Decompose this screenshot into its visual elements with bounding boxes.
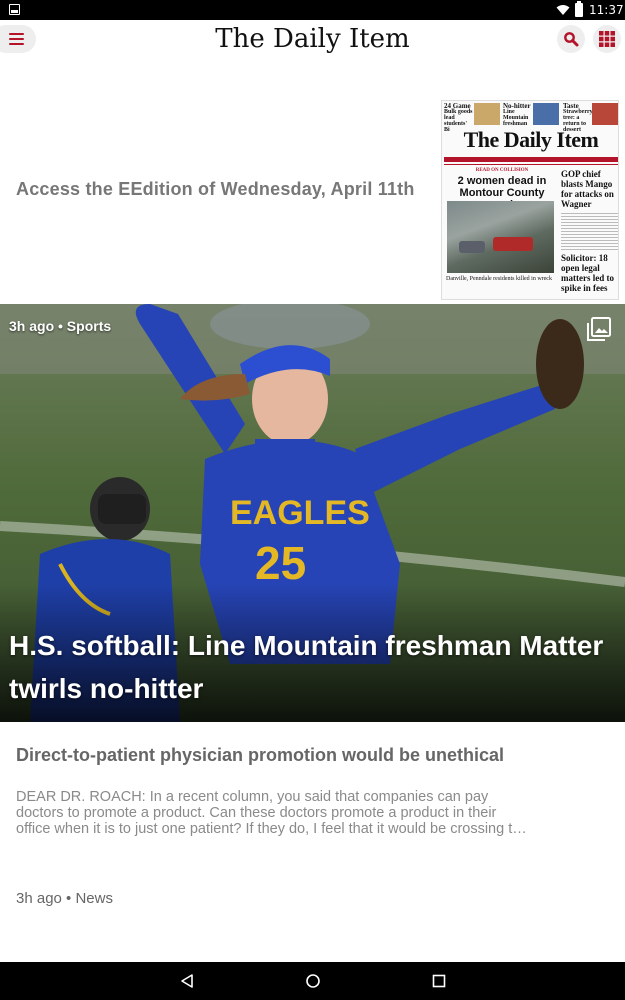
article-title[interactable]: Direct-to-patient physician promotion wo…	[16, 742, 616, 768]
thumbnail-kicker: READ ON COLLISION	[475, 168, 529, 173]
home-icon[interactable]	[305, 973, 321, 989]
search-icon	[564, 32, 579, 47]
jersey-number-text: 25	[255, 537, 306, 589]
article-excerpt-line: doctors to promote a product. Can these …	[16, 805, 497, 821]
thumbnail-photo-caption: Danville, Penndale residents killed in w…	[446, 276, 552, 282]
photo-gallery-icon[interactable]	[586, 316, 612, 342]
featured-story-meta: 3h ago • Sports	[9, 318, 112, 334]
sections-button[interactable]	[593, 25, 621, 53]
thumbnail-rule-thin	[444, 164, 618, 165]
featured-story-headline[interactable]: H.S. softball: Line Mountain freshman Ma…	[9, 624, 609, 710]
promo-2: No-hitter Line Mountain freshman	[503, 102, 531, 128]
promo-2-image	[533, 103, 559, 125]
notification-icon	[9, 4, 20, 15]
jersey-team-text: EAGLES	[230, 494, 370, 532]
promo-3-image	[592, 103, 618, 125]
article-excerpt-line: DEAR DR. ROACH: In a recent column, you …	[16, 789, 489, 805]
back-icon[interactable]	[179, 973, 195, 989]
thumbnail-side-headline-1: GOP chief blasts Mango for attacks on Wa…	[561, 169, 614, 209]
article-meta: 3h ago • News	[16, 890, 113, 907]
recent-apps-icon[interactable]	[431, 973, 447, 989]
article-excerpt: DEAR DR. ROACH: In a recent column, you …	[16, 789, 611, 837]
search-button[interactable]	[557, 25, 585, 53]
app-logo: The Daily Item	[215, 24, 410, 54]
promo-1-image	[474, 103, 500, 125]
thumbnail-rule	[444, 157, 618, 162]
promo-3: Taste Strawberry tree: a return to desser…	[563, 102, 593, 134]
thumbnail-masthead: The Daily Item	[463, 127, 599, 152]
app-header: The Daily Item	[0, 20, 625, 58]
article-excerpt-line: office when it is to just one patient? I…	[16, 821, 527, 837]
wifi-icon	[556, 5, 570, 15]
status-bar: 11:37	[0, 0, 625, 20]
grid-icon	[599, 31, 615, 47]
article-card[interactable]: Direct-to-patient physician promotion wo…	[0, 722, 625, 962]
clock: 11:37	[589, 3, 624, 17]
system-navigation-bar	[0, 962, 625, 1000]
thumbnail-body-text	[561, 211, 618, 251]
eedition-front-page-thumbnail[interactable]: 24 Game Bulk goods lead students' Bi No-h…	[441, 100, 619, 300]
thumbnail-side-headline-2: Solicitor: 18 open legal matters led to …	[561, 253, 614, 293]
eedition-link-text[interactable]: Access the EEdition of Wednesday, April …	[16, 176, 416, 203]
thumbnail-crash-photo	[447, 201, 554, 273]
eedition-card[interactable]: Access the EEdition of Wednesday, April …	[0, 58, 625, 304]
battery-icon	[575, 1, 583, 17]
featured-story[interactable]: EAGLES 25 3h ago • Sports H.S. softball:…	[0, 304, 625, 722]
promo-1: 24 Game Bulk goods lead students' Bi	[444, 102, 473, 134]
